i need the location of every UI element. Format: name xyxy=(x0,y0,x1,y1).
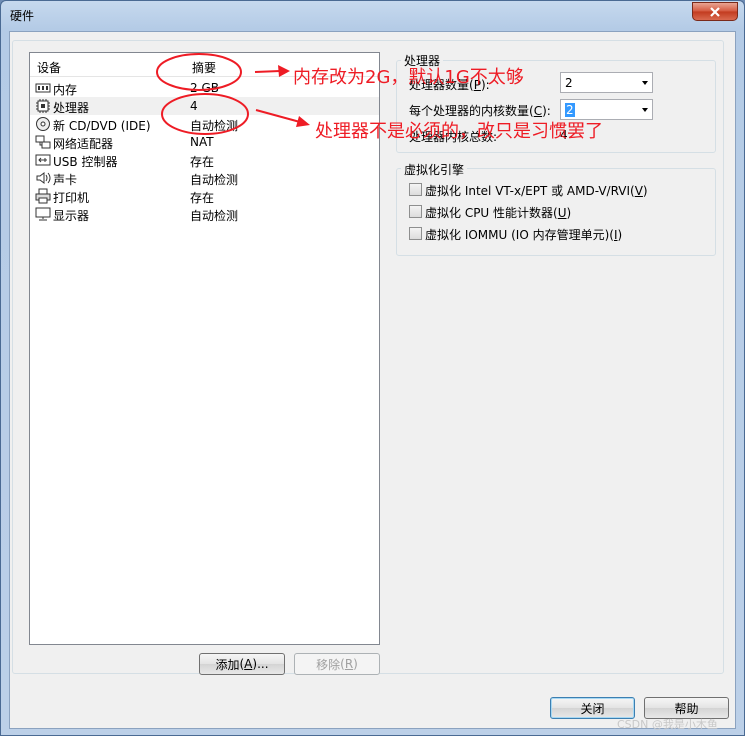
arrow-icon xyxy=(254,65,290,77)
annotation-overlay xyxy=(156,53,310,135)
annotation-memory-note: 内存改为2G，默认1G不太够 xyxy=(293,67,524,88)
watermark: CSDN @我是小木鱼 xyxy=(617,718,718,731)
processor-highlight-circle xyxy=(161,93,249,135)
annotation-processor-note: 处理器不是必须的，改只是习惯罢了 xyxy=(315,121,603,142)
memory-highlight-circle xyxy=(156,53,242,91)
arrow-icon xyxy=(255,109,310,127)
